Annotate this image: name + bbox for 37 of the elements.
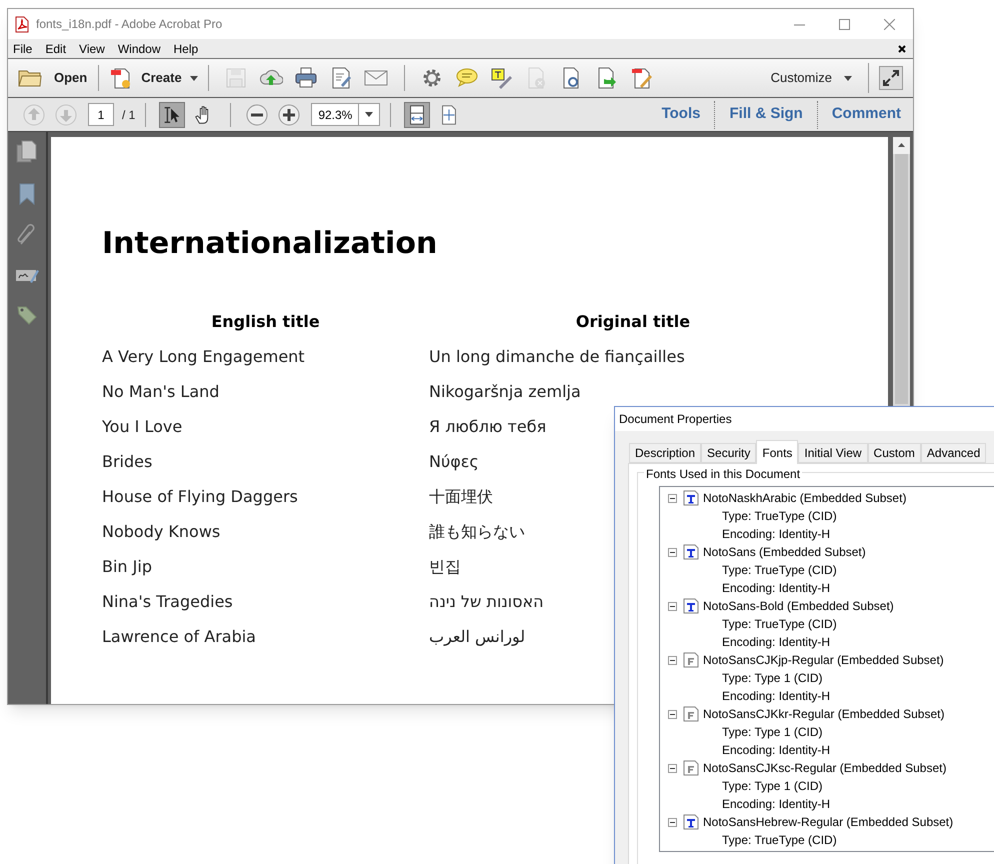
table-cell-text: Nikogaršnja zemlja xyxy=(429,381,581,403)
font-detail: Type: TrueType (CID) xyxy=(722,508,837,525)
column-header: English title xyxy=(211,311,320,333)
font-detail: Type: TrueType (CID) xyxy=(722,832,837,849)
font-detail: Type: TrueType (CID) xyxy=(722,616,837,633)
table-cell-text: Un long dimanche de fiançailles xyxy=(429,346,685,368)
font-detail: Encoding: Identity-H xyxy=(722,796,830,813)
table-cell-text: האסונות של נינה xyxy=(429,591,544,613)
font-detail: Encoding: Identity-H xyxy=(722,526,830,543)
table-cell-text: House of Flying Daggers xyxy=(102,486,298,508)
table-cell-text: 十面埋伏 xyxy=(429,486,493,508)
column-header: Original title xyxy=(576,311,690,333)
font-detail: Type: Type 1 (CID) xyxy=(722,778,822,795)
window-title: fonts_i18n.pdf - Adobe Acrobat Pro xyxy=(36,16,222,33)
table-cell-text: 誰も知らない xyxy=(429,521,525,543)
font-detail: Encoding: Identity-H xyxy=(722,688,830,705)
dialog-title: Document Properties xyxy=(619,411,732,428)
font-detail: Encoding: Identity-H xyxy=(722,634,830,651)
table-cell-text: 빈집 xyxy=(429,556,461,578)
table-cell-text: Brides xyxy=(102,451,152,473)
table-cell-text: Nobody Knows xyxy=(102,521,220,543)
table-cell-text: Я люблю тебя xyxy=(429,416,546,438)
document-heading: Internationalization xyxy=(102,225,438,263)
table-cell-text: Nina's Tragedies xyxy=(102,591,233,613)
table-cell-text: Bin Jip xyxy=(102,556,152,578)
table-cell-text: لورانس العرب xyxy=(429,626,526,648)
font-detail: Type: TrueType (CID) xyxy=(722,562,837,579)
font-detail: Encoding: Identity-H xyxy=(722,742,830,759)
table-cell-text: No Man's Land xyxy=(102,381,220,403)
table-cell-text: Νύφες xyxy=(429,451,479,473)
table-cell-text: Lawrence of Arabia xyxy=(102,626,256,648)
font-detail: Type: Type 1 (CID) xyxy=(722,670,822,687)
font-detail: Type: Type 1 (CID) xyxy=(722,724,822,741)
page-count: / 1 xyxy=(122,106,136,124)
font-detail: Encoding: Identity-H xyxy=(722,580,830,597)
table-cell-text: You I Love xyxy=(102,416,182,438)
table-cell-text: A Very Long Engagement xyxy=(102,346,305,368)
